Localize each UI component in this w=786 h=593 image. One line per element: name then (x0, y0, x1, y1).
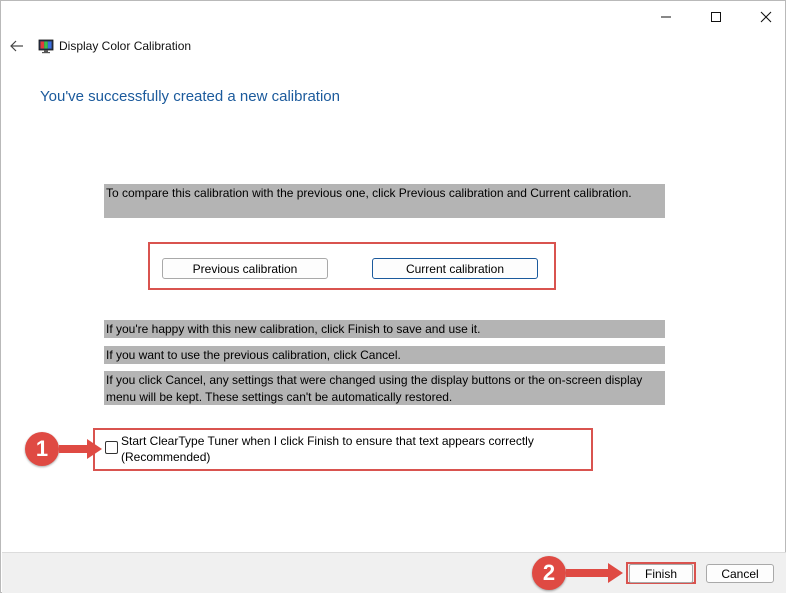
compare-instruction: To compare this calibration with the pre… (104, 184, 665, 218)
step-1-badge: 1 (25, 432, 59, 466)
close-icon (760, 11, 772, 23)
finish-button[interactable]: Finish (629, 564, 693, 583)
cancel-button[interactable]: Cancel (706, 564, 774, 583)
cleartype-checkbox-label[interactable]: Start ClearType Tuner when I click Finis… (121, 433, 591, 465)
minimize-button[interactable] (641, 1, 691, 33)
calibration-window: Display Color Calibration You've success… (0, 0, 786, 593)
previous-calibration-button[interactable]: Previous calibration (162, 258, 328, 279)
current-calibration-button[interactable]: Current calibration (372, 258, 538, 279)
maximize-icon (711, 12, 721, 22)
step-2-arrow-icon (566, 563, 623, 583)
page-heading: You've successfully created a new calibr… (40, 88, 340, 105)
window-title: Display Color Calibration (59, 39, 192, 53)
cleartype-checkbox[interactable] (105, 441, 118, 454)
back-button[interactable] (7, 35, 27, 57)
close-button[interactable] (741, 1, 786, 33)
step-1-arrow-icon (59, 439, 102, 459)
finish-instruction: If you're happy with this new calibratio… (104, 320, 665, 338)
display-color-calibration-icon (38, 38, 54, 54)
cancel-note: If you click Cancel, any settings that w… (104, 371, 665, 405)
back-arrow-icon (10, 40, 23, 52)
cancel-instruction: If you want to use the previous calibrat… (104, 346, 665, 364)
step-2-badge: 2 (532, 556, 566, 590)
minimize-icon (661, 16, 671, 18)
maximize-button[interactable] (691, 1, 741, 33)
